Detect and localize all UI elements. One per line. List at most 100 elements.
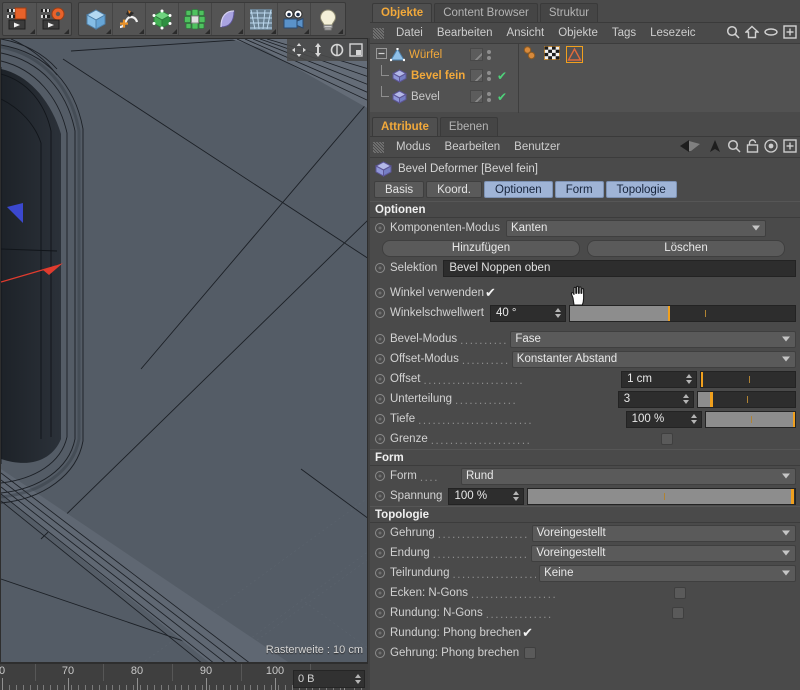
nurbs-generator-icon[interactable] <box>146 3 179 35</box>
cube-primitive-icon[interactable] <box>80 3 113 35</box>
row-offset[interactable]: Offset ..................... 1 cm <box>370 369 800 389</box>
tiefe-slider[interactable] <box>704 410 797 428</box>
stepper-arrows[interactable] <box>513 491 520 501</box>
visibility-toggle-dots[interactable] <box>487 70 491 81</box>
spannung-input[interactable]: 100 % <box>448 487 525 505</box>
menu-bearbeiten[interactable]: Bearbeiten <box>430 23 500 44</box>
light-icon[interactable] <box>311 3 344 35</box>
stepper-arrows[interactable] <box>682 394 689 404</box>
stepper-arrows[interactable] <box>355 674 361 684</box>
animate-bullet-icon[interactable] <box>375 263 385 273</box>
menu-bearbeiten[interactable]: Bearbeiten <box>438 137 508 158</box>
plus-box-icon[interactable] <box>783 139 797 156</box>
row-gehrung[interactable]: Gehrung ................... Voreingestel… <box>370 523 800 543</box>
plus-box-icon[interactable] <box>783 25 797 42</box>
selektion-input[interactable]: Bevel Noppen oben <box>443 259 796 277</box>
row-selektion[interactable]: Selektion Bevel Noppen oben <box>370 258 800 278</box>
animate-bullet-icon[interactable] <box>375 288 385 298</box>
expand-collapse-icon[interactable] <box>376 47 387 62</box>
viewport[interactable]: Rasterweite : 10 cm <box>0 38 368 663</box>
winkelschwellwert-slider[interactable] <box>568 304 796 322</box>
row-teilrundung[interactable]: Teilrundung .................. Keine <box>370 563 800 583</box>
form-dropdown[interactable]: Rund <box>461 467 796 485</box>
row-endung[interactable]: Endung .................... Voreingestel… <box>370 543 800 563</box>
up-arrow-icon[interactable] <box>708 139 722 156</box>
winkelschwellwert-input[interactable]: 40 ° <box>489 304 566 322</box>
animate-bullet-icon[interactable] <box>375 354 385 364</box>
home-icon[interactable] <box>744 25 760 42</box>
row-offset-modus[interactable]: Offset-Modus .......... Konstanter Absta… <box>370 349 800 369</box>
teilrundung-dropdown[interactable]: Keine <box>539 564 796 582</box>
rundung-phong-checkbox[interactable]: ✔ <box>522 626 533 639</box>
row-rundung-ngons[interactable]: Rundung: N-Gons .............. <box>370 603 800 623</box>
subtab-koord[interactable]: Koord. <box>426 181 483 198</box>
delete-selection-button[interactable]: Löschen <box>587 239 785 257</box>
visibility-dots[interactable]: ✔ <box>470 65 512 86</box>
row-winkel-verwenden[interactable]: Winkel verwenden ✔ <box>370 283 800 303</box>
tab-struktur[interactable]: Struktur <box>539 3 599 22</box>
offset-input[interactable]: 1 cm <box>621 370 698 388</box>
enabled-check-icon[interactable]: ✔ <box>497 90 507 104</box>
target-icon[interactable] <box>764 139 778 156</box>
animate-bullet-icon[interactable] <box>375 414 385 424</box>
row-ecken-ngons[interactable]: Ecken: N-Gons .................. <box>370 583 800 603</box>
menu-tags[interactable]: Tags <box>605 23 643 44</box>
animate-bullet-icon[interactable] <box>375 223 385 233</box>
row-tiefe[interactable]: Tiefe ........................ 100 % <box>370 409 800 429</box>
subtab-topologie[interactable]: Topologie <box>605 181 677 198</box>
gehrung-dropdown[interactable]: Voreingestellt <box>531 524 796 542</box>
render-view-icon[interactable] <box>4 3 37 35</box>
texture-tag-icon[interactable] <box>544 45 560 64</box>
animate-bullet-icon[interactable] <box>375 568 385 578</box>
tab-objekte[interactable]: Objekte <box>372 3 433 22</box>
tab-attribute[interactable]: Attribute <box>372 117 438 136</box>
spline-pen-icon[interactable] <box>113 3 146 35</box>
environment-icon[interactable] <box>245 3 278 35</box>
row-winkelschwellwert[interactable]: Winkelschwellwert 40 ° <box>370 303 800 323</box>
offset-slider[interactable] <box>700 370 797 388</box>
animate-bullet-icon[interactable] <box>375 491 385 501</box>
render-toggle-icon[interactable] <box>470 48 483 61</box>
add-selection-button[interactable]: Hinzufügen <box>382 239 580 257</box>
bevel-modus-dropdown[interactable]: Fase <box>510 330 796 348</box>
row-unterteilung[interactable]: Unterteilung ............. 3 <box>370 389 800 409</box>
tree-row-bevel[interactable]: Bevel ✔ <box>370 86 800 107</box>
animate-bullet-icon[interactable] <box>375 628 385 638</box>
unterteilung-input[interactable]: 3 <box>617 390 694 408</box>
animate-bullet-icon[interactable] <box>375 528 385 538</box>
selection-tag-icon[interactable] <box>566 46 583 63</box>
subtab-basis[interactable]: Basis <box>374 181 425 198</box>
tab-ebenen[interactable]: Ebenen <box>439 117 498 136</box>
drag-grip-icon[interactable] <box>373 141 384 153</box>
drag-grip-icon[interactable] <box>373 27 384 39</box>
subtab-form[interactable]: Form <box>554 181 604 198</box>
back-arrow-icon[interactable] <box>679 139 703 156</box>
camera-icon[interactable] <box>278 3 311 35</box>
row-grenze[interactable]: Grenze ..................... <box>370 429 800 449</box>
animate-bullet-icon[interactable] <box>375 548 385 558</box>
endung-dropdown[interactable]: Voreingestellt <box>531 544 796 562</box>
row-rundung-phong[interactable]: Rundung: Phong brechen ✔ <box>370 623 800 643</box>
animate-bullet-icon[interactable] <box>375 334 385 344</box>
animate-bullet-icon[interactable] <box>375 374 385 384</box>
search-icon[interactable] <box>726 25 740 42</box>
menu-datei[interactable]: Datei <box>389 23 430 44</box>
deformer-icon[interactable] <box>212 3 245 35</box>
animate-bullet-icon[interactable] <box>375 471 385 481</box>
unterteilung-slider[interactable] <box>696 390 797 408</box>
animate-bullet-icon[interactable] <box>375 434 385 444</box>
rotate-icon[interactable] <box>328 42 345 59</box>
render-toggle-icon[interactable] <box>470 90 483 103</box>
tree-row-bevel-fein[interactable]: Bevel fein ✔ <box>370 65 800 86</box>
komponenten-modus-dropdown[interactable]: Kanten <box>505 219 766 237</box>
visibility-toggle-dots[interactable] <box>487 49 491 60</box>
grenze-checkbox[interactable] <box>661 433 674 445</box>
tab-content-browser[interactable]: Content Browser <box>434 3 538 22</box>
maximize-view-icon[interactable] <box>347 42 364 59</box>
menu-benutzer[interactable]: Benutzer <box>507 137 567 158</box>
spannung-slider[interactable] <box>527 487 796 505</box>
lock-icon[interactable] <box>746 139 759 156</box>
visibility-toggle-dots[interactable] <box>487 91 491 102</box>
gehrung-phong-checkbox[interactable] <box>524 647 537 659</box>
winkel-verwenden-checkbox[interactable]: ✔ <box>485 286 496 299</box>
